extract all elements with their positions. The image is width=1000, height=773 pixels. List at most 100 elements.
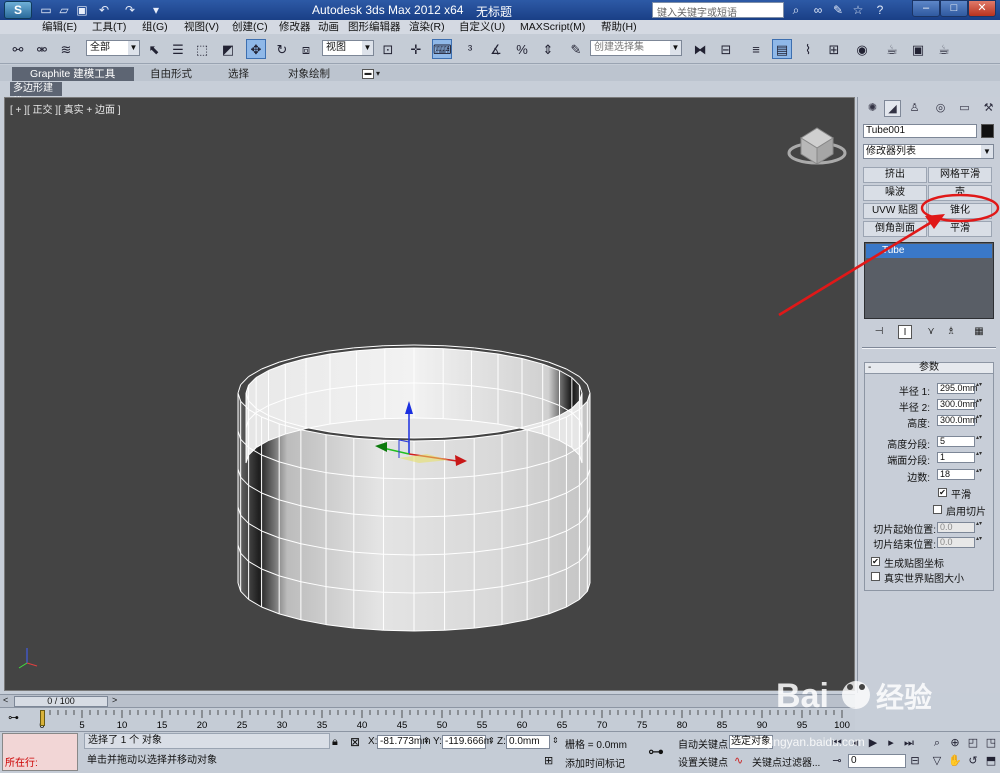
sides-field[interactable]: 18 xyxy=(937,469,975,480)
angle-snap-icon[interactable]: ∡ xyxy=(486,39,506,59)
menu-animation[interactable]: 动画 xyxy=(318,20,339,34)
make-unique-icon[interactable]: ⋎ xyxy=(924,325,938,339)
quick-access-dropdown-icon[interactable]: ▾ xyxy=(148,2,164,18)
app-logo-icon[interactable]: S xyxy=(4,1,32,19)
menu-modifiers[interactable]: 修改器 xyxy=(279,20,311,34)
y-spinner[interactable]: ⇕ xyxy=(488,736,495,745)
render-teapot-icon[interactable]: ☕ xyxy=(934,39,954,59)
save-icon[interactable]: ▣ xyxy=(74,2,90,18)
remove-modifier-icon[interactable]: ♗ xyxy=(944,325,958,339)
zoom-extents-icon[interactable]: ◰ xyxy=(966,736,980,750)
schematic-view-icon[interactable]: ⊞ xyxy=(824,39,844,59)
display-tab-icon[interactable]: ▭ xyxy=(956,100,973,117)
select-object-icon[interactable]: ⬉ xyxy=(144,39,164,59)
maximize-viewport-icon[interactable]: ⬒ xyxy=(984,754,998,768)
modifier-button-smooth[interactable]: 平滑 xyxy=(928,221,992,237)
tab-object-paint[interactable]: 对象绘制 xyxy=(288,67,330,81)
utilities-tab-icon[interactable]: ⚒ xyxy=(980,100,997,117)
height-segments-spinner[interactable]: ▴▾ xyxy=(976,435,982,447)
selection-filter-dropdown[interactable]: 全部 ▼ xyxy=(86,40,140,56)
menu-graph-editors[interactable]: 图形编辑器 xyxy=(348,20,401,34)
menu-rendering[interactable]: 渲染(R) xyxy=(409,20,445,34)
play-icon[interactable]: ▶ xyxy=(866,736,880,750)
slice-from-field[interactable]: 0.0 xyxy=(937,522,975,533)
percent-snap-icon[interactable]: % xyxy=(512,39,532,59)
height-spinner[interactable]: ▴▾ xyxy=(976,414,982,426)
undo-icon[interactable]: ↶ xyxy=(96,2,112,18)
open-file-icon[interactable]: ▱ xyxy=(56,2,72,18)
key-filters-button[interactable]: 关键点过滤器... xyxy=(752,754,820,769)
radius2-field[interactable]: 300.0mm xyxy=(937,399,978,410)
menu-create[interactable]: 创建(C) xyxy=(232,20,268,34)
time-config-icon[interactable]: ⊟ xyxy=(908,754,922,768)
rendered-frame-icon[interactable]: ▣ xyxy=(908,39,928,59)
parameters-rollout-header[interactable]: - 参数 xyxy=(864,362,994,374)
minimize-button[interactable]: – xyxy=(912,0,940,17)
slice-on-checkbox[interactable] xyxy=(933,505,942,514)
modifier-list-dropdown[interactable]: 修改器列表 ▼ xyxy=(863,144,994,159)
close-button[interactable]: ✕ xyxy=(968,0,996,17)
next-frame-icon[interactable]: > xyxy=(112,695,117,705)
time-slider-thumb[interactable]: 0 / 100 xyxy=(14,696,108,707)
current-frame-field[interactable]: 0 xyxy=(848,754,906,768)
edit-named-selection-icon[interactable]: ✎ xyxy=(566,39,586,59)
search-go-icon[interactable]: ⌕ xyxy=(788,2,804,18)
height-segments-field[interactable]: 5 xyxy=(937,436,975,447)
sides-spinner[interactable]: ▴▾ xyxy=(976,468,982,480)
object-name-field[interactable]: Tube001 xyxy=(863,124,977,138)
stack-item-tube[interactable]: Tube xyxy=(866,244,992,258)
add-time-tag[interactable]: 添加时间标记 xyxy=(565,755,625,770)
cap-segments-field[interactable]: 1 xyxy=(937,452,975,463)
redo-icon[interactable]: ↷ xyxy=(122,2,138,18)
pin-stack-icon[interactable]: ⊣ xyxy=(872,325,886,339)
tab-freeform[interactable]: 自由形式 xyxy=(150,67,192,81)
select-by-name-icon[interactable]: ☰ xyxy=(168,39,188,59)
reference-coord-dropdown[interactable]: 视图 ▼ xyxy=(322,40,374,56)
slice-to-field[interactable]: 0.0 xyxy=(937,537,975,548)
link-icon[interactable]: ⚯ xyxy=(8,39,28,59)
menu-group[interactable]: 组(G) xyxy=(142,20,168,34)
menu-edit[interactable]: 编辑(E) xyxy=(42,20,77,34)
select-move-icon[interactable]: ✥ xyxy=(246,39,266,59)
layer-manager-icon[interactable]: ≡ xyxy=(746,39,766,59)
binoculars-icon[interactable]: ∞ xyxy=(810,2,826,18)
tab-selection[interactable]: 选择 xyxy=(228,67,249,81)
tab-polygon-modeling[interactable]: 多边形建模 xyxy=(10,82,62,108)
modifier-button-extrude[interactable]: 挤出 xyxy=(863,167,927,183)
graphite-toggle-icon[interactable]: ▤ xyxy=(772,39,792,59)
radius2-spinner[interactable]: ▴▾ xyxy=(976,398,982,410)
auto-key-label[interactable]: 自动关键点 xyxy=(678,736,728,751)
select-rotate-icon[interactable]: ↻ xyxy=(272,39,292,59)
y-coordinate-field[interactable]: -119.666m xyxy=(442,735,492,749)
configure-modifier-sets-icon[interactable]: ▦ xyxy=(972,325,986,339)
mirror-icon[interactable]: ⧓ xyxy=(690,39,710,59)
absolute-mode-icon[interactable]: ⊠ xyxy=(350,735,360,749)
x-coordinate-field[interactable]: -81.773mm xyxy=(377,735,431,749)
hierarchy-tab-icon[interactable]: ♙ xyxy=(906,100,923,117)
manipulate-icon[interactable]: ✛ xyxy=(406,39,426,59)
height-field[interactable]: 300.0mm xyxy=(937,415,978,426)
unlink-icon[interactable]: ⚮ xyxy=(32,39,52,59)
current-frame-marker[interactable] xyxy=(40,710,45,726)
snap-toggle-icon[interactable]: ³ xyxy=(460,39,480,59)
modifier-button-uvw-map[interactable]: UVW 贴图 xyxy=(863,203,927,219)
z-spinner[interactable]: ⇕ xyxy=(552,736,559,745)
menu-help[interactable]: 帮助(H) xyxy=(601,20,637,34)
pan-icon[interactable]: ✋ xyxy=(948,754,962,768)
window-crossing-icon[interactable]: ◩ xyxy=(218,39,238,59)
modifier-button-shell[interactable]: 壳 xyxy=(928,185,992,201)
subscription-icon[interactable]: ✎ xyxy=(830,2,846,18)
menu-customize[interactable]: 自定义(U) xyxy=(459,20,505,34)
menu-maxscript[interactable]: MAXScript(M) xyxy=(520,20,585,34)
lock-selection-icon[interactable]: 🔒︎ xyxy=(332,736,338,749)
ribbon-options-icon[interactable]: ▬ xyxy=(362,69,374,79)
zoom-extents-all-icon[interactable]: ◳ xyxy=(984,736,998,750)
modifier-button-noise[interactable]: 噪波 xyxy=(863,185,927,201)
viewport-label[interactable]: [ + ][ 正交 ][ 真实 + 边面 ] xyxy=(10,101,121,116)
tab-graphite[interactable]: Graphite 建模工具 xyxy=(12,67,134,81)
rect-selection-icon[interactable]: ⬚ xyxy=(192,39,212,59)
slice-to-spinner[interactable]: ▴▾ xyxy=(976,536,982,548)
key-icon[interactable]: ⊶ xyxy=(648,742,664,762)
modifier-button-taper[interactable]: 锥化 xyxy=(928,203,992,219)
x-spinner[interactable]: ⇕ xyxy=(423,736,430,745)
